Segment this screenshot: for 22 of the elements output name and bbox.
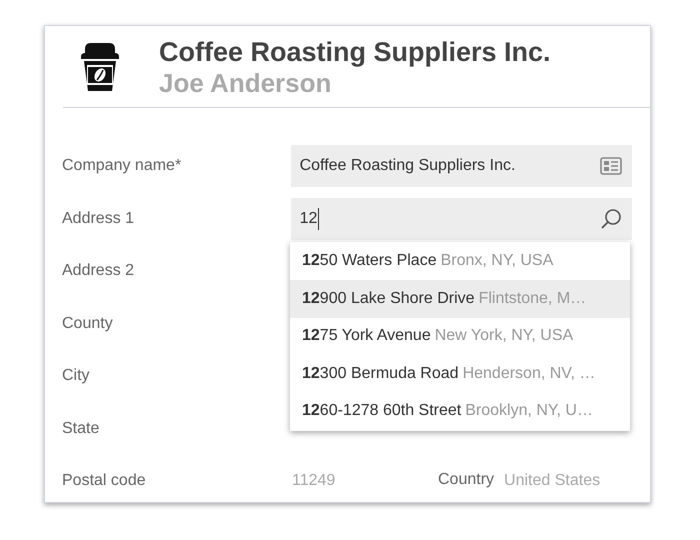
input-field[interactable]: Coffee Roasting Suppliers Inc. bbox=[290, 145, 632, 188]
field-label: Country bbox=[438, 470, 494, 490]
field-label: County bbox=[62, 314, 114, 334]
coffee-cup-icon bbox=[79, 40, 121, 92]
field-label: Postal code bbox=[62, 471, 147, 492]
suggestion-item[interactable]: 1275 York Avenue New York, NY, USA bbox=[290, 318, 630, 355]
input-field[interactable]: 12 bbox=[290, 198, 632, 240]
company-title: Coffee Roasting Suppliers Inc. bbox=[159, 36, 551, 68]
suggestion-item[interactable]: 1260-1278 60th Street Brooklyn, NY, U… bbox=[290, 392, 630, 430]
field-label: Address 1 bbox=[62, 208, 136, 229]
suggestion-item[interactable]: 12300 Bermuda Road Henderson, NV, … bbox=[290, 355, 630, 392]
suggestion-item[interactable]: 1250 Waters Place Bronx, NY, USA bbox=[290, 242, 630, 280]
field-label: Company name* bbox=[62, 156, 182, 176]
contact-card-icon[interactable] bbox=[600, 157, 622, 176]
field-label: State bbox=[62, 418, 100, 439]
field-value: United States bbox=[504, 471, 600, 492]
contact-name: Joe Anderson bbox=[159, 68, 332, 98]
search-icon[interactable] bbox=[600, 208, 622, 230]
suggestion-item[interactable]: 12900 Lake Shore Drive Flintstone, M… bbox=[290, 280, 630, 318]
field-label: City bbox=[62, 366, 91, 386]
field-label: Address 2 bbox=[62, 261, 136, 282]
field-value: 11249 bbox=[291, 471, 336, 492]
